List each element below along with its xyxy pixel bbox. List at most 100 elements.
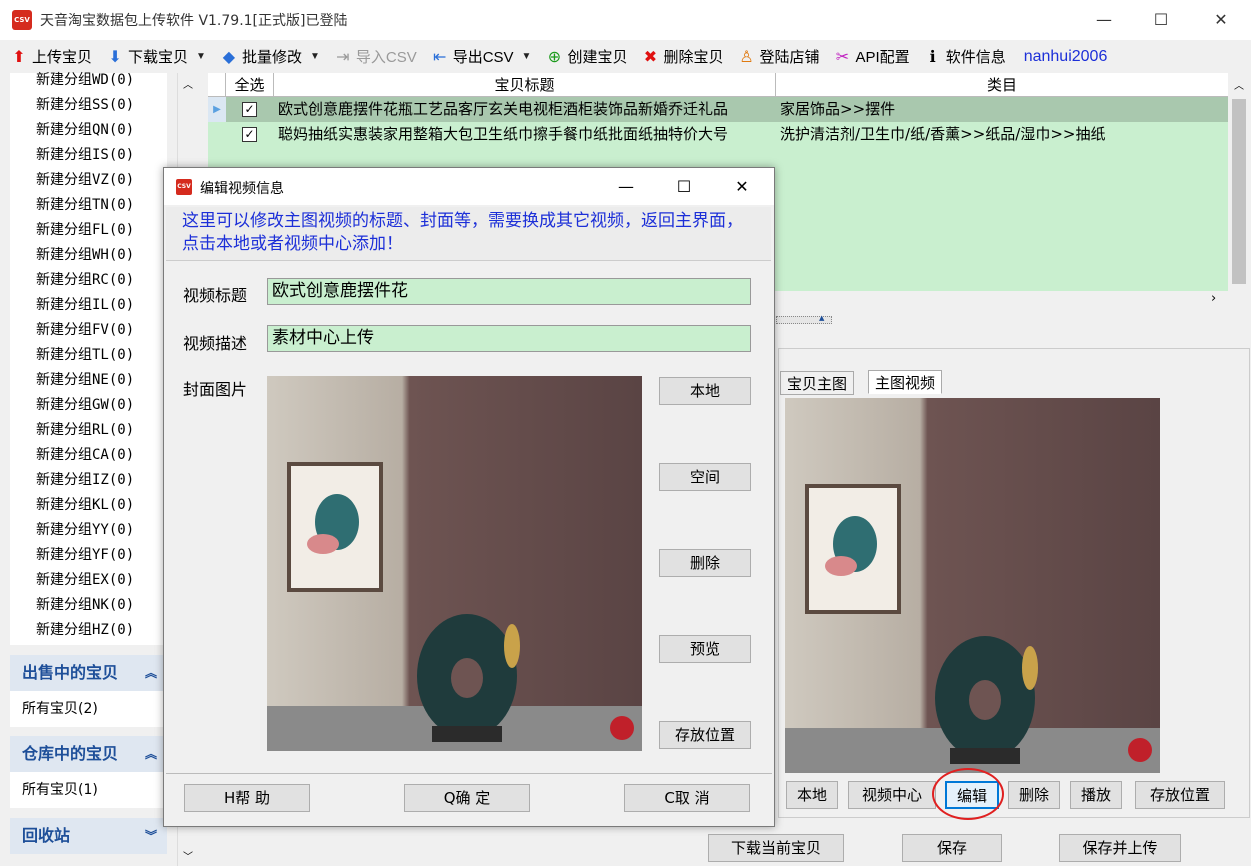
video-desc-label: 视频描述 — [183, 334, 248, 353]
sidebar-group-item[interactable]: 新建分组WH(0) — [36, 244, 134, 264]
video-center-button[interactable]: 视频中心 — [848, 781, 936, 809]
close-button[interactable]: ✕ — [1191, 0, 1251, 40]
video-cover-preview — [785, 398, 1160, 773]
sidebar-group-item[interactable]: 新建分组TL(0) — [36, 344, 134, 364]
on-sale-all-items[interactable]: 所有宝贝(2) — [10, 691, 167, 727]
dialog-space-button[interactable]: 空间 — [659, 463, 751, 491]
sidebar-group-item[interactable]: 新建分组IZ(0) — [36, 469, 134, 489]
tab-main-image[interactable]: 宝贝主图 — [780, 371, 855, 395]
maximize-button[interactable]: ☐ — [1131, 0, 1191, 40]
collapse-up-icon[interactable]: ︽ — [145, 655, 157, 691]
dialog-maximize-button[interactable]: ☐ — [656, 168, 712, 205]
sidebar-group-item[interactable]: 新建分组EX(0) — [36, 569, 134, 589]
video-title-input[interactable]: 欧式创意鹿摆件花 — [267, 278, 751, 305]
export-csv-label: 导出CSV — [452, 49, 514, 66]
dialog-minimize-button[interactable]: — — [598, 168, 654, 205]
sidebar-group-item[interactable]: 新建分组SS(0) — [36, 94, 134, 114]
plus-circle-icon: ⊕ — [547, 48, 562, 66]
sidebar-group-item[interactable]: 新建分组IL(0) — [36, 294, 134, 314]
help-button[interactable]: H帮 助 — [184, 784, 310, 812]
row-checkbox[interactable]: ✓ — [242, 127, 257, 142]
section-on-sale[interactable]: 出售中的宝贝 ︽ — [10, 655, 167, 691]
scroll-up-icon[interactable]: ︿ — [183, 76, 193, 91]
upload-label: 上传宝贝 — [32, 49, 93, 66]
sidebar-group-item[interactable]: 新建分组QN(0) — [36, 119, 134, 139]
batch-edit-button[interactable]: ◆ 批量修改 ▼ — [220, 42, 320, 72]
splitter-up-icon[interactable]: ▲ — [819, 314, 824, 322]
user-icon: ♙ — [739, 48, 754, 66]
splitter-handle[interactable]: ▲ — [776, 314, 832, 324]
delete-button[interactable]: ✖ 删除宝贝 — [641, 42, 724, 72]
dialog-local-button[interactable]: 本地 — [659, 377, 751, 405]
scroll-thumb[interactable] — [1232, 99, 1246, 284]
dialog-preview-button[interactable]: 预览 — [659, 635, 751, 663]
dialog-storage-button[interactable]: 存放位置 — [659, 721, 751, 749]
header-select-all[interactable]: 全选 — [226, 73, 274, 97]
dropdown-arrow-icon[interactable]: ▼ — [310, 51, 320, 62]
save-upload-button[interactable]: 保存并上传 — [1059, 834, 1181, 862]
minimize-button[interactable]: — — [1074, 0, 1134, 40]
play-button[interactable]: 播放 — [1070, 781, 1122, 809]
sidebar-group-item[interactable]: 新建分组VZ(0) — [36, 169, 134, 189]
header-title[interactable]: 宝贝标题 — [274, 73, 776, 97]
download-label: 下载宝贝 — [128, 49, 189, 66]
info-icon: ℹ — [929, 48, 936, 66]
sidebar-group-item[interactable]: 新建分组FL(0) — [36, 219, 134, 239]
grid-scrollbar-vertical[interactable]: ︿ — [1228, 73, 1250, 291]
api-config-button[interactable]: ✂ API配置 — [834, 42, 910, 72]
sidebar-group-item[interactable]: 新建分组FV(0) — [36, 319, 134, 339]
sidebar-group-item[interactable]: 新建分组NK(0) — [36, 594, 134, 614]
export-csv-button[interactable]: ⇤ 导出CSV ▼ — [431, 42, 532, 72]
warehouse-all-items[interactable]: 所有宝贝(1) — [10, 772, 167, 808]
sidebar-group-item[interactable]: 新建分组NE(0) — [36, 369, 134, 389]
username: nanhui2006 — [1023, 47, 1108, 65]
video-desc-input[interactable]: 素材中心上传 — [267, 325, 751, 352]
upload-button[interactable]: ⬆ 上传宝贝 — [10, 42, 92, 72]
sidebar-group-item[interactable]: 新建分组WD(0) — [36, 69, 134, 89]
grid-corner — [208, 73, 226, 97]
ok-button[interactable]: Q确 定 — [404, 784, 530, 812]
storage-location-button[interactable]: 存放位置 — [1135, 781, 1225, 809]
sidebar-group-item[interactable]: 新建分组KL(0) — [36, 494, 134, 514]
sidebar-group-item[interactable]: 新建分组RC(0) — [36, 269, 134, 289]
cancel-button[interactable]: C取 消 — [624, 784, 750, 812]
sidebar-group-item[interactable]: 新建分组YY(0) — [36, 519, 134, 539]
sidebar-group-item[interactable]: 新建分组GW(0) — [36, 394, 134, 414]
import-csv-button[interactable]: ⇥ 导入CSV — [334, 42, 417, 72]
login-store-button[interactable]: ♙ 登陆店铺 — [737, 42, 819, 72]
header-category[interactable]: 类目 — [776, 73, 1228, 97]
sidebar-group-item[interactable]: 新建分组RL(0) — [36, 419, 134, 439]
expand-down-icon[interactable]: ︾ — [145, 818, 157, 854]
section-warehouse[interactable]: 仓库中的宝贝 ︽ — [10, 736, 167, 772]
scroll-right-icon[interactable]: › — [1211, 291, 1216, 306]
collapse-up-icon[interactable]: ︽ — [145, 736, 157, 772]
dialog-delete-button[interactable]: 删除 — [659, 549, 751, 577]
sidebar-group-item[interactable]: 新建分组YF(0) — [36, 544, 134, 564]
sidebar-group-item[interactable]: 新建分组HZ(0) — [36, 619, 134, 639]
batch-edit-label: 批量修改 — [241, 49, 302, 66]
row-checkbox[interactable]: ✓ — [242, 102, 257, 117]
table-row[interactable]: ▶ ✓ 欧式创意鹿摆件花瓶工艺品客厅玄关电视柜酒柜装饰品新婚乔迁礼品 家居饰品>… — [208, 97, 1228, 122]
sidebar-group-item[interactable]: 新建分组TN(0) — [36, 194, 134, 214]
delete-video-button[interactable]: 删除 — [1008, 781, 1060, 809]
dialog-tip: 这里可以修改主图视频的标题、封面等，需要换成其它视频，返回主界面，点击本地或者视… — [166, 207, 771, 261]
local-button[interactable]: 本地 — [786, 781, 838, 809]
dropdown-arrow-icon[interactable]: ▼ — [196, 51, 206, 62]
dropdown-arrow-icon[interactable]: ▼ — [522, 51, 532, 62]
download-button[interactable]: ⬇ 下载宝贝 ▼ — [106, 42, 206, 72]
app-logo-icon: CSV — [12, 10, 32, 30]
section-recycle[interactable]: 回收站 ︾ — [10, 818, 167, 854]
software-info-button[interactable]: ℹ 软件信息 — [924, 42, 1006, 72]
create-button[interactable]: ⊕ 创建宝贝 — [545, 42, 628, 72]
highlight-circle — [932, 768, 1004, 820]
scroll-up-icon[interactable]: ︿ — [1234, 77, 1244, 92]
download-current-button[interactable]: 下载当前宝贝 — [708, 834, 844, 862]
sidebar-group-item[interactable]: 新建分组IS(0) — [36, 144, 134, 164]
save-button[interactable]: 保存 — [902, 834, 1002, 862]
tab-main-video[interactable]: 主图视频 — [868, 370, 943, 394]
scroll-down-icon[interactable]: ﹀ — [183, 848, 193, 863]
sidebar-group-item[interactable]: 新建分组CA(0) — [36, 444, 134, 464]
row-category: 家居饰品>>摆件 — [780, 100, 896, 118]
dialog-close-button[interactable]: ✕ — [714, 168, 770, 205]
table-row[interactable]: ✓ 聪妈抽纸实惠装家用整箱大包卫生纸巾擦手餐巾纸批面纸抽特价大号 洗护清洁剂/卫… — [208, 122, 1228, 147]
